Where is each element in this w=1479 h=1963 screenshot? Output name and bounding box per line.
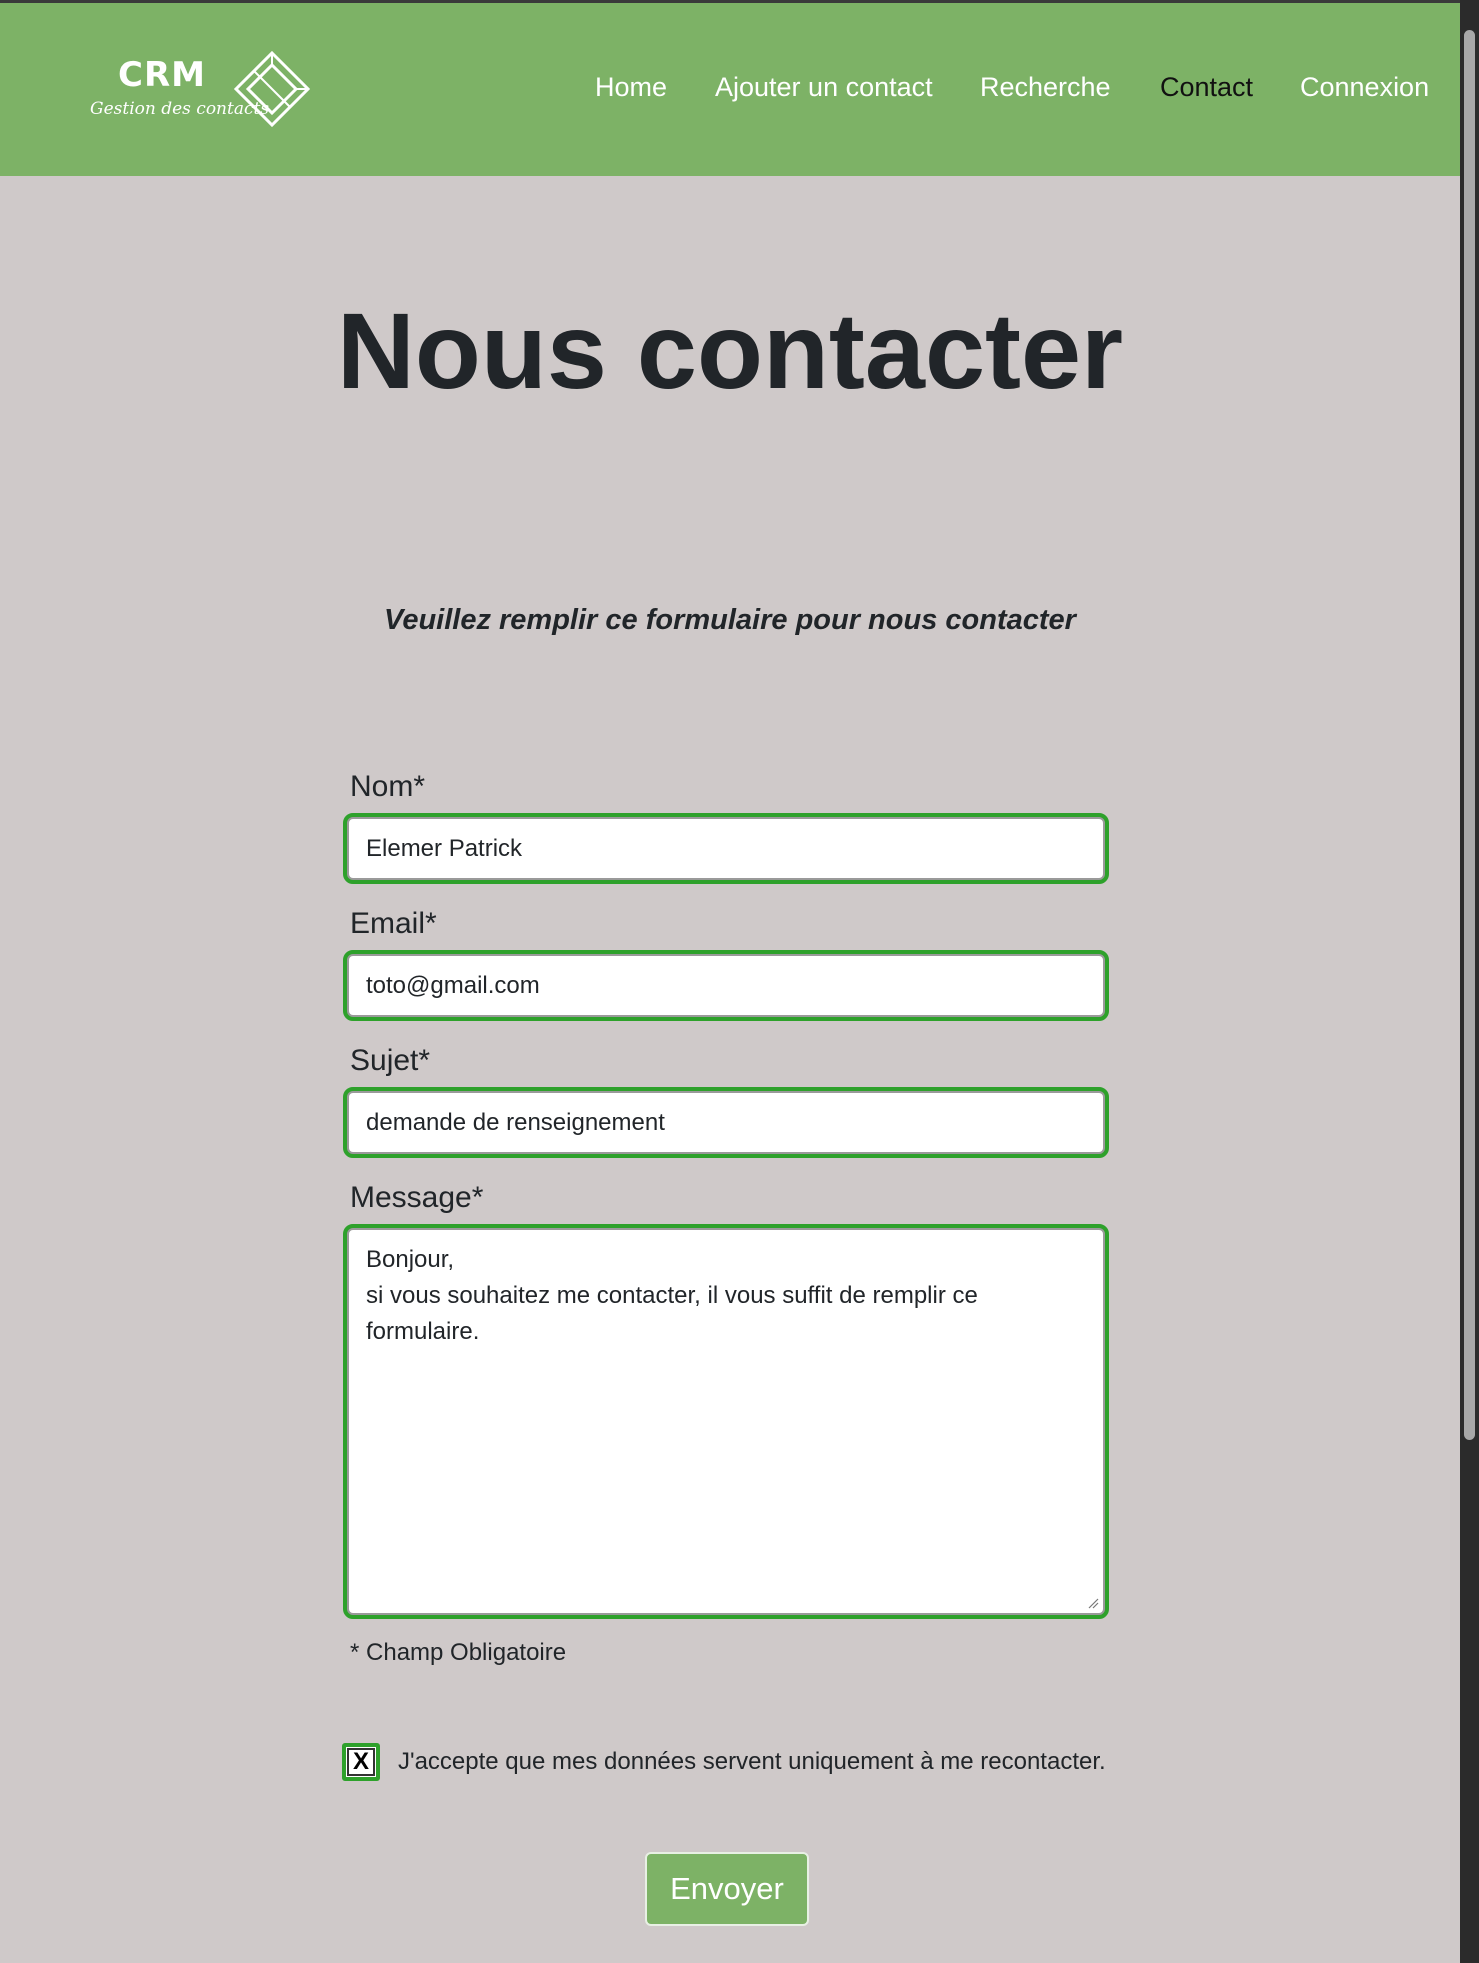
sujet-field-focus-ring — [343, 1087, 1109, 1158]
nav-connexion[interactable]: Connexion — [1300, 72, 1429, 103]
navbar: CRM Gestion des contacts Home Ajouter un… — [0, 3, 1460, 176]
consent-checkbox[interactable]: X — [342, 1743, 380, 1781]
message-field-focus-ring: Bonjour, si vous souhaitez me contacter,… — [343, 1224, 1109, 1619]
nom-field-focus-ring — [343, 813, 1109, 884]
consent-label[interactable]: J'accepte que mes données servent unique… — [398, 1748, 1106, 1776]
email-label: Email* — [350, 907, 437, 940]
nom-input[interactable] — [347, 817, 1105, 880]
email-field-focus-ring — [343, 950, 1109, 1021]
form-instructions: Veuillez remplir ce formulaire pour nous… — [384, 604, 1076, 636]
checkbox-check-mark: X — [347, 1748, 375, 1776]
logo-title: CRM — [118, 55, 206, 95]
nav-ajouter-contact[interactable]: Ajouter un contact — [715, 72, 933, 103]
logo[interactable]: CRM Gestion des contacts — [90, 51, 315, 136]
message-label: Message* — [350, 1181, 484, 1214]
page-title: Nous contacter — [336, 290, 1124, 411]
diamond-logo-icon — [234, 51, 310, 127]
vertical-scrollbar[interactable] — [1460, 0, 1479, 1963]
envoyer-button[interactable]: Envoyer — [645, 1852, 809, 1926]
sujet-label: Sujet* — [350, 1044, 431, 1077]
resize-handle-icon[interactable] — [1087, 1597, 1099, 1609]
sujet-input[interactable] — [347, 1091, 1105, 1154]
email-input[interactable] — [347, 954, 1105, 1017]
nom-label: Nom* — [350, 770, 426, 803]
message-textarea[interactable]: Bonjour, si vous souhaitez me contacter,… — [347, 1228, 1105, 1615]
nav-home[interactable]: Home — [595, 72, 667, 103]
nav-recherche[interactable]: Recherche — [980, 72, 1111, 103]
nav-contact[interactable]: Contact — [1160, 72, 1253, 103]
scrollbar-thumb[interactable] — [1464, 30, 1475, 1440]
required-field-note: * Champ Obligatoire — [350, 1639, 567, 1666]
